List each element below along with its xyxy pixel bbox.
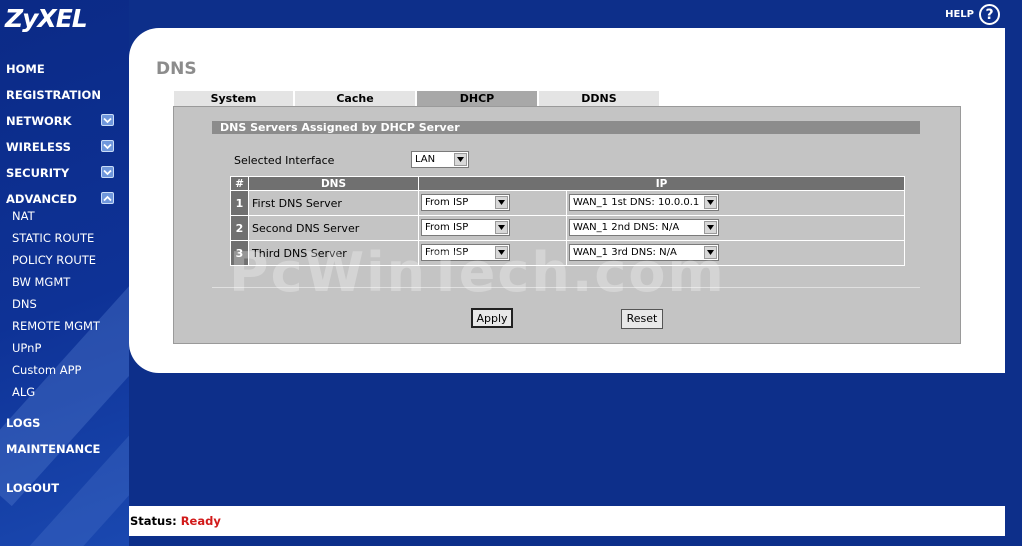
column-header-ip: IP: [418, 176, 905, 191]
interface-select-value: LAN: [415, 154, 436, 165]
page-title: DNS: [156, 59, 197, 79]
divider: [212, 287, 920, 288]
column-header-num: #: [230, 176, 249, 191]
dns-source-select[interactable]: From ISP: [421, 219, 510, 236]
dropdown-arrow-icon: [495, 221, 508, 234]
nav-sub-upnp[interactable]: UPnP: [12, 341, 41, 355]
reset-button[interactable]: Reset: [621, 309, 663, 329]
nav-sub-alg[interactable]: ALG: [12, 385, 35, 399]
dropdown-arrow-icon: [454, 153, 467, 166]
dns-source-value: From ISP: [425, 247, 469, 258]
tab-system[interactable]: System: [174, 91, 295, 106]
table-row: 1 First DNS Server From ISP WAN_1 1st DN…: [230, 190, 905, 216]
nav-security[interactable]: SECURITY: [6, 166, 69, 180]
apply-button[interactable]: Apply: [471, 308, 513, 328]
tab-dhcp[interactable]: DHCP: [417, 91, 539, 106]
dns-source-select[interactable]: From ISP: [421, 194, 510, 211]
nav-wireless[interactable]: WIRELESS: [6, 140, 71, 154]
dropdown-arrow-icon: [495, 196, 508, 209]
status-bar: Status: Ready: [129, 506, 1005, 536]
nav-network[interactable]: NETWORK: [6, 114, 72, 128]
interface-select[interactable]: LAN: [411, 151, 469, 168]
status-label: Status:: [130, 514, 177, 528]
nav-sub-nat[interactable]: NAT: [12, 209, 35, 223]
dns-server-name: Second DNS Server: [248, 215, 419, 241]
tab-cache[interactable]: Cache: [295, 91, 417, 106]
tab-ddns[interactable]: DDNS: [539, 91, 661, 106]
ip-cell: WAN_1 3rd DNS: N/A: [566, 240, 905, 266]
dropdown-arrow-icon: [704, 196, 717, 209]
dropdown-arrow-icon: [704, 246, 717, 259]
dns-ip-value: WAN_1 2nd DNS: N/A: [573, 222, 680, 233]
nav-sub-policy-route[interactable]: POLICY ROUTE: [12, 253, 96, 267]
dns-ip-select[interactable]: WAN_1 2nd DNS: N/A: [569, 219, 719, 236]
nav-home[interactable]: HOME: [6, 62, 45, 76]
nav-maintenance[interactable]: MAINTENANCE: [6, 442, 100, 456]
nav-registration[interactable]: REGISTRATION: [6, 88, 101, 102]
section-title: DNS Servers Assigned by DHCP Server: [212, 121, 920, 134]
status-value: Ready: [180, 514, 221, 528]
row-number: 2: [230, 215, 249, 241]
dns-source-value: From ISP: [425, 222, 469, 233]
dns-source-value: From ISP: [425, 197, 469, 208]
help-label: HELP: [945, 9, 974, 20]
zyxel-logo: ZyXEL: [5, 4, 88, 33]
dns-ip-select[interactable]: WAN_1 1st DNS: 10.0.0.1: [569, 194, 719, 211]
dns-ip-value: WAN_1 1st DNS: 10.0.0.1: [573, 197, 700, 208]
sidebar: ZyXEL HOME REGISTRATION NETWORK WIRELESS…: [0, 0, 129, 546]
dns-server-name: First DNS Server: [248, 190, 419, 216]
dns-server-name: Third DNS Server: [248, 240, 419, 266]
nav-sub-remote-mgmt[interactable]: REMOTE MGMT: [12, 319, 100, 333]
nav-sub-custom-app[interactable]: Custom APP: [12, 363, 81, 377]
column-header-dns: DNS: [248, 176, 419, 191]
chevron-down-icon[interactable]: [101, 114, 114, 126]
question-mark-icon: ?: [979, 4, 1000, 25]
nav-advanced[interactable]: ADVANCED: [6, 192, 77, 206]
main-panel: DNS System Cache DHCP DDNS DNS Servers A…: [129, 28, 1005, 373]
nav-logout[interactable]: LOGOUT: [6, 481, 59, 495]
source-cell: From ISP: [418, 240, 567, 266]
dhcp-dns-form: DNS Servers Assigned by DHCP Server Sele…: [173, 106, 961, 344]
dns-table: # DNS IP 1 First DNS Server From ISP WAN…: [230, 176, 905, 266]
nav-sub-static-route[interactable]: STATIC ROUTE: [12, 231, 94, 245]
chevron-down-icon[interactable]: [101, 166, 114, 178]
dropdown-arrow-icon: [495, 246, 508, 259]
source-cell: From ISP: [418, 215, 567, 241]
table-row: 2 Second DNS Server From ISP WAN_1 2nd D…: [230, 215, 905, 241]
dropdown-arrow-icon: [704, 221, 717, 234]
chevron-up-icon[interactable]: [101, 192, 114, 204]
ip-cell: WAN_1 2nd DNS: N/A: [566, 215, 905, 241]
dns-ip-value: WAN_1 3rd DNS: N/A: [573, 247, 677, 258]
row-number: 3: [230, 240, 249, 266]
selected-interface-label: Selected Interface: [234, 154, 335, 167]
row-number: 1: [230, 190, 249, 216]
nav-logs[interactable]: LOGS: [6, 416, 40, 430]
dns-source-select[interactable]: From ISP: [421, 244, 510, 261]
table-row: 3 Third DNS Server From ISP WAN_1 3rd DN…: [230, 240, 905, 266]
ip-cell: WAN_1 1st DNS: 10.0.0.1: [566, 190, 905, 216]
dns-ip-select[interactable]: WAN_1 3rd DNS: N/A: [569, 244, 719, 261]
nav-sub-bw-mgmt[interactable]: BW MGMT: [12, 275, 70, 289]
source-cell: From ISP: [418, 190, 567, 216]
chevron-down-icon[interactable]: [101, 140, 114, 152]
nav-sub-dns[interactable]: DNS: [12, 297, 37, 311]
help-button[interactable]: HELP ?: [945, 4, 1000, 25]
